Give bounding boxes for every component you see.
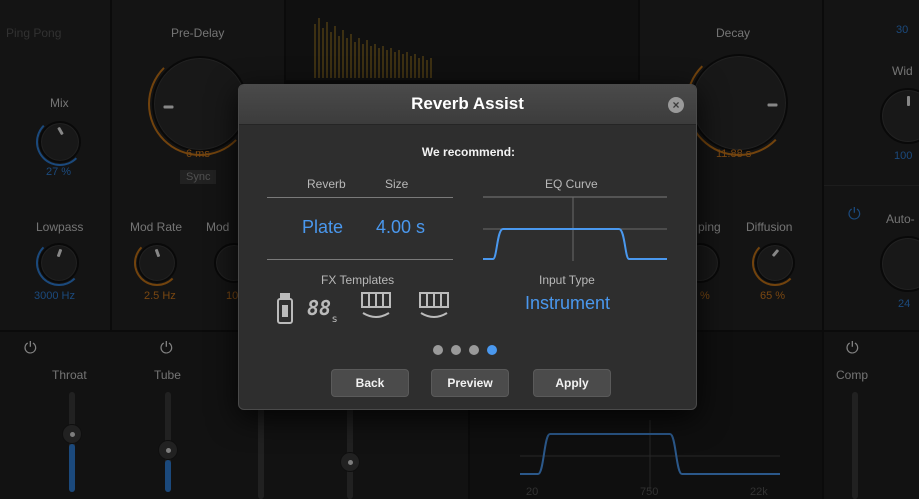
- predelay-label: Pre-Delay: [171, 26, 225, 40]
- bottom-eq-curve: [520, 420, 780, 490]
- decay-label: Decay: [716, 26, 751, 40]
- modrate-value: 2.5 Hz: [144, 290, 176, 302]
- tube-slider-thumb[interactable]: [158, 440, 178, 460]
- auto-label: Auto-: [886, 212, 915, 226]
- dialog-titlebar: Reverb Assist ×: [239, 85, 696, 125]
- input-type-header: Input Type: [539, 273, 595, 287]
- tube-label: Tube: [154, 368, 181, 382]
- mix-knob[interactable]: [39, 121, 81, 163]
- eq-axis-20: 20: [526, 486, 539, 498]
- comp-label: Comp: [836, 368, 869, 382]
- reverb-header: Reverb: [307, 177, 346, 191]
- reverb-assist-dialog: Reverb Assist × We recommend: Reverb Siz…: [238, 84, 697, 410]
- comp-power-icon[interactable]: ⏻: [846, 340, 859, 358]
- damping-label: ping: [698, 220, 721, 234]
- size-header: Size: [385, 177, 409, 191]
- decay-knob[interactable]: [690, 54, 788, 152]
- extra-slider-thumb[interactable]: [340, 452, 360, 472]
- damping-value: %: [700, 290, 710, 302]
- auto-power-icon[interactable]: ⏻: [848, 206, 861, 224]
- eq-axis-750: 750: [640, 486, 659, 498]
- pager-dot-2[interactable]: [451, 345, 461, 355]
- input-type-value[interactable]: Instrument: [525, 293, 610, 314]
- predelay-value: 6 ms: [186, 148, 210, 160]
- pager-dot-3[interactable]: [469, 345, 479, 355]
- top-right-value: 30: [896, 24, 909, 36]
- width-label: Wid: [892, 64, 913, 78]
- throat-power-icon[interactable]: ⏻: [24, 340, 37, 358]
- auto-value: 24: [898, 298, 911, 310]
- extra-slider-track-2[interactable]: [258, 400, 264, 499]
- dialog-title: Reverb Assist: [411, 94, 524, 113]
- throat-slider-thumb[interactable]: [62, 424, 82, 444]
- close-icon[interactable]: ×: [668, 97, 684, 113]
- tube-power-icon[interactable]: ⏻: [160, 340, 173, 358]
- preview-button[interactable]: Preview: [431, 369, 509, 397]
- sync-button[interactable]: Sync: [180, 170, 217, 184]
- fx-templates-header: FX Templates: [321, 273, 395, 287]
- width-value: 100: [894, 150, 913, 162]
- bottom-right-panel: [824, 332, 919, 499]
- keyboard-icon[interactable]: [361, 291, 391, 321]
- modrate-knob[interactable]: [137, 243, 177, 283]
- throat-label: Throat: [52, 368, 87, 382]
- modrate-label: Mod Rate: [130, 220, 183, 234]
- reverb-size-value[interactable]: 4.00 s: [376, 217, 425, 238]
- mix-label: Mix: [50, 96, 69, 110]
- keyboard-icon-alt[interactable]: [419, 291, 449, 321]
- reverb-plugin-window: Ping Pong Pre-Delay 6 ms Sync Mix 27 % L…: [0, 0, 919, 499]
- predelay-knob[interactable]: [152, 56, 248, 152]
- comp-slider-track[interactable]: [852, 392, 858, 499]
- mod-value: 10: [226, 290, 239, 302]
- ping-pong-label: Ping Pong: [6, 26, 62, 40]
- diffusion-knob[interactable]: [755, 243, 795, 283]
- eq-axis-22k: 22k: [750, 486, 768, 498]
- mix-value: 27 %: [46, 166, 72, 178]
- svg-text:s: s: [332, 314, 337, 323]
- eq-curve-graph: [483, 196, 667, 261]
- lowpass-label: Lowpass: [36, 220, 84, 234]
- reverb-bottom-line: [267, 259, 453, 260]
- throat-slider-fill: [69, 444, 75, 492]
- reverb-top-line: [267, 197, 453, 198]
- mod-label: Mod: [206, 220, 230, 234]
- extra-slider-track[interactable]: [347, 400, 353, 499]
- reverb-type-value[interactable]: Plate: [302, 217, 343, 238]
- recommend-label: We recommend:: [421, 145, 516, 159]
- pager-dot-4[interactable]: [487, 345, 497, 355]
- diffusion-value: 65 %: [760, 290, 786, 302]
- svg-text:88: 88: [307, 296, 331, 320]
- lowpass-value: 3000 Hz: [34, 290, 75, 302]
- apply-button[interactable]: Apply: [533, 369, 611, 397]
- tube-icon[interactable]: [277, 291, 293, 325]
- pager-dot-1[interactable]: [433, 345, 443, 355]
- diffusion-label: Diffusion: [746, 220, 793, 234]
- waveform-display: [314, 18, 432, 78]
- tube-slider-fill: [165, 460, 171, 492]
- lowpass-knob[interactable]: [39, 243, 79, 283]
- divider: [824, 185, 919, 186]
- digital-display-icon[interactable]: 88 s: [307, 295, 341, 323]
- decay-value: 11.88 s: [716, 148, 752, 160]
- eq-curve-header: EQ Curve: [545, 177, 598, 191]
- back-button[interactable]: Back: [331, 369, 409, 397]
